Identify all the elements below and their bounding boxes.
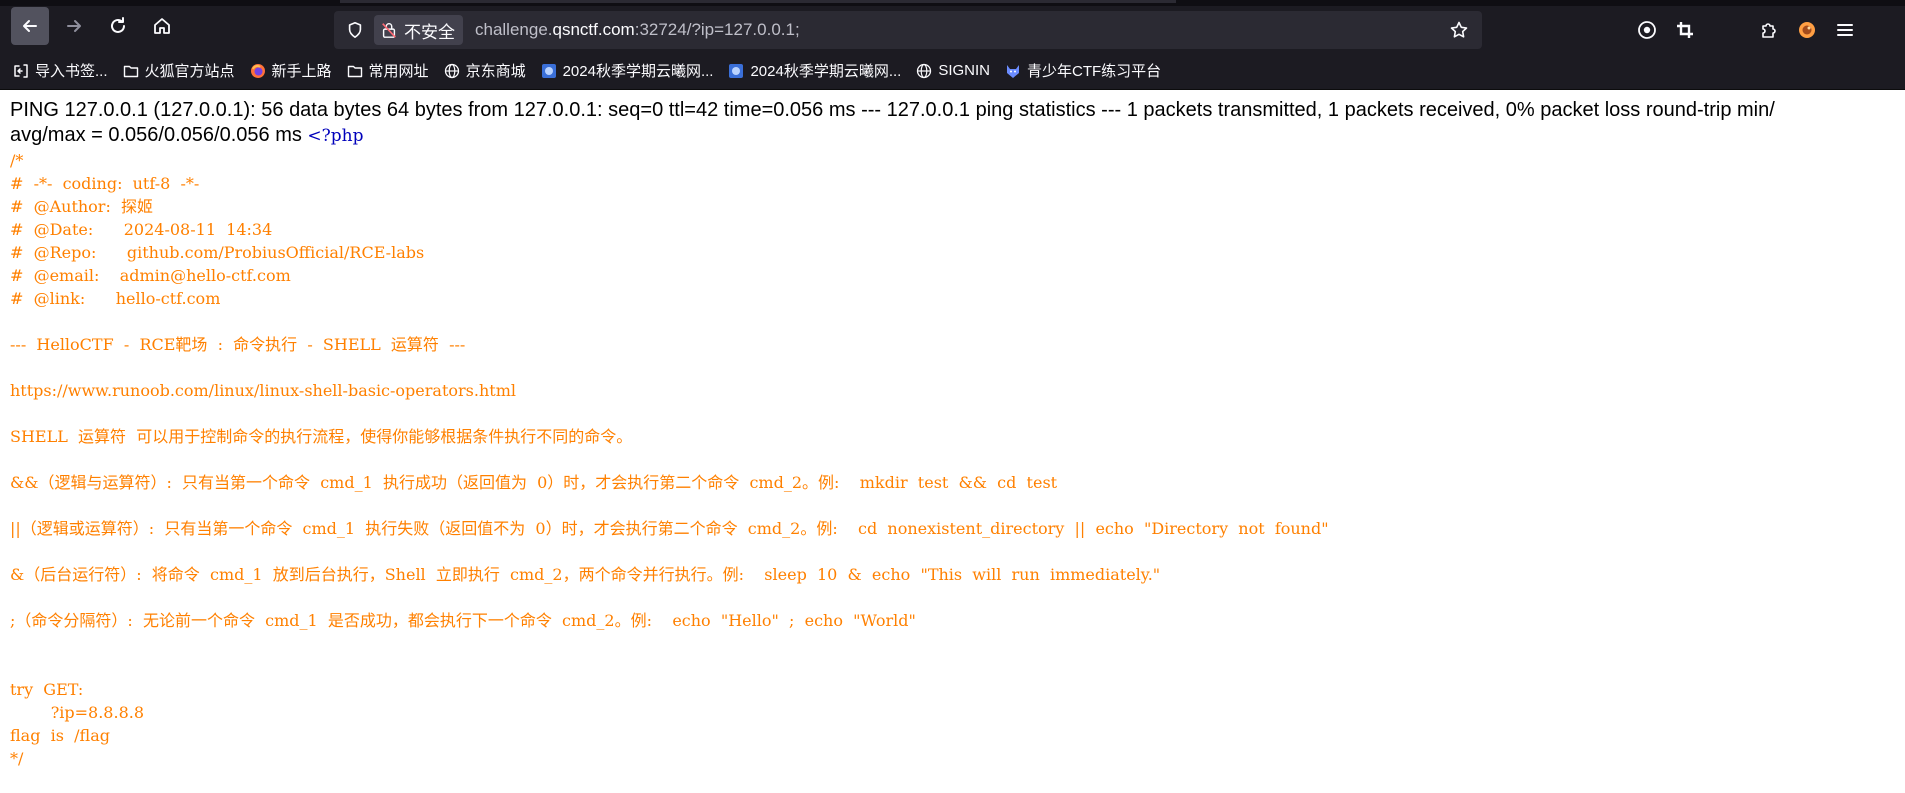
shield-icon [348,21,362,39]
bookmark-item[interactable]: 青少年CTF练习平台 [1004,60,1161,81]
bookmark-label: 常用网址 [368,63,429,80]
php-source-comment: /* # -*- coding: utf-8 -*- # @Author: 探姬… [10,151,1329,768]
app-menu-button[interactable] [1826,11,1864,49]
bookmark-label: 火狐官方站点 [144,63,235,80]
extensions-icon [1762,23,1776,38]
toolbar-right-icons [1628,11,1864,49]
tab-strip [0,0,1905,6]
site-icon [540,62,558,80]
ping-output-line-1: PING 127.0.0.1 (127.0.0.1): 56 data byte… [10,99,1775,121]
wolf-icon [1004,62,1022,80]
star-icon [1450,21,1468,38]
globe-icon [915,62,933,80]
bookmark-label: 新手上路 [271,63,332,80]
ping-output: PING 127.0.0.1 (127.0.0.1): 56 data byte… [10,98,1895,149]
account-button[interactable] [1628,11,1666,49]
bookmark-item[interactable]: 2024秋季学期云曦网... [540,60,714,81]
reload-button[interactable] [99,7,137,45]
bookmarks-toolbar: 导入书签... 火狐官方站点 新手上路 常用网址 京东商城 2024秋季学期云曦… [0,52,1905,90]
url-host: qsnctf.com [552,20,635,39]
ping-summary: avg/max = 0.056/0.056/0.056 ms [10,124,308,146]
bookmark-label: SIGNIN [938,62,991,79]
bookmark-label: 2024秋季学期云曦网... [562,63,714,80]
url-text[interactable]: challenge.qsnctf.com:32724/?ip=127.0.0.1… [475,20,800,40]
import-icon [12,62,30,80]
menu-icon [1837,24,1853,36]
arrow-right-icon [67,20,81,32]
bookmark-item[interactable]: 火狐官方站点 [122,60,235,81]
ping-output-line-2: avg/max = 0.056/0.056/0.056 ms <?php [10,123,1895,149]
globe-icon [443,62,461,80]
reload-icon [111,17,125,33]
bookmark-item[interactable]: 新手上路 [249,60,332,81]
back-button[interactable] [11,7,49,45]
forward-button[interactable] [55,7,93,45]
crop-icon [1677,22,1693,38]
bookmark-label: 2024秋季学期云曦网... [750,63,902,80]
extensions-button[interactable] [1750,11,1788,49]
bookmark-item[interactable]: 导入书签... [12,60,108,81]
firefox-icon [249,62,267,80]
browser-toolbar: 不安全 challenge.qsnctf.com:32724/?ip=127.0… [0,0,1905,52]
fox-icon [1799,22,1815,38]
bookmark-label: 导入书签... [35,63,108,80]
active-tab[interactable] [340,0,1176,3]
account-icon [1638,21,1656,39]
url-path: :32724/?ip=127.0.0.1; [634,20,800,39]
profile-button[interactable] [1788,11,1826,49]
bookmark-label: 京东商城 [465,63,526,80]
bookmark-label: 青少年CTF练习平台 [1027,63,1162,80]
tracking-protection-button[interactable] [338,13,372,47]
site-security-button[interactable]: 不安全 [374,15,463,45]
page-content: PING 127.0.0.1 (127.0.0.1): 56 data byte… [0,90,1905,770]
address-bar[interactable]: 不安全 challenge.qsnctf.com:32724/?ip=127.0… [334,11,1482,49]
bookmark-item[interactable]: SIGNIN [915,62,990,80]
php-open-tag: <?php [307,126,364,146]
insecure-label: 不安全 [404,22,455,42]
home-icon [154,18,170,34]
bookmark-star-button[interactable] [1444,15,1474,45]
arrow-left-icon [23,20,37,32]
folder-icon [122,62,140,80]
bookmark-item[interactable]: 2024秋季学期云曦网... [727,60,901,81]
home-button[interactable] [143,7,181,45]
site-icon [727,62,745,80]
folder-icon [346,62,364,80]
screenshot-button[interactable] [1666,11,1704,49]
insecure-lock-icon [382,23,396,38]
bookmark-item[interactable]: 京东商城 [443,60,526,81]
url-host-prefix: challenge. [475,20,553,39]
bookmark-item[interactable]: 常用网址 [346,60,429,81]
